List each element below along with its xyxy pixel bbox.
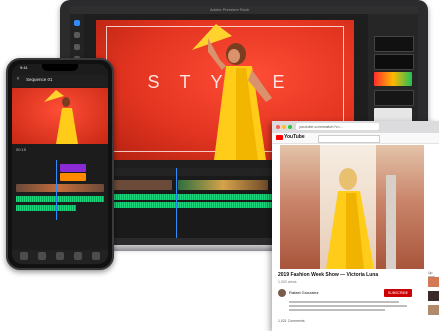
browser-window: youtube.com/watch?v=... YouTube 2019 Fas… bbox=[272, 121, 439, 331]
add-media-icon[interactable] bbox=[20, 252, 28, 260]
avatar[interactable] bbox=[278, 289, 286, 297]
video-clip[interactable] bbox=[178, 180, 268, 190]
app-title: Adobe Premiere Rush bbox=[210, 7, 250, 12]
playhead[interactable] bbox=[56, 160, 57, 220]
browser-toolbar: youtube.com/watch?v=... bbox=[272, 121, 439, 133]
subscribe-button[interactable]: SUBSCRIBE bbox=[384, 289, 412, 297]
youtube-logo-text[interactable]: YouTube bbox=[284, 134, 305, 140]
back-arrow-icon[interactable]: ‹ bbox=[17, 76, 19, 82]
title-template-thumb[interactable] bbox=[374, 36, 414, 52]
title-template-thumb[interactable] bbox=[374, 90, 414, 106]
comments-count: 1,021 Comments bbox=[278, 319, 305, 323]
title-clip[interactable] bbox=[60, 164, 86, 172]
phone-screen: 9:41 ‹ Sequence 01 00:15 bbox=[12, 64, 108, 264]
recommended-video-thumb[interactable] bbox=[428, 305, 439, 315]
phone-status-time: 9:41 bbox=[20, 65, 28, 70]
phone-video-preview[interactable] bbox=[12, 88, 108, 144]
playhead[interactable] bbox=[176, 168, 177, 238]
video-clip[interactable] bbox=[16, 184, 104, 192]
media-tool-icon[interactable] bbox=[74, 20, 80, 26]
model-figure-illustration bbox=[44, 90, 78, 144]
graphic-clip[interactable] bbox=[60, 173, 86, 181]
video-title: 2019 Fashion Week Show — Victoria Luna bbox=[278, 272, 379, 278]
title-template-thumb[interactable] bbox=[374, 54, 414, 70]
description-line bbox=[289, 309, 385, 311]
video-meta: 1,000 views bbox=[278, 280, 297, 284]
maximize-icon[interactable] bbox=[288, 125, 292, 129]
close-icon[interactable] bbox=[276, 125, 280, 129]
audio-icon[interactable] bbox=[92, 252, 100, 260]
youtube-logo-icon[interactable] bbox=[276, 135, 283, 140]
phone-timecode: 00:15 bbox=[16, 147, 27, 152]
marketing-composite: Adobe Premiere Rush STYLE bbox=[0, 0, 439, 331]
recommended-video-thumb[interactable] bbox=[428, 277, 439, 287]
titles-tool-icon[interactable] bbox=[74, 32, 80, 38]
app-titlebar: Adobe Premiere Rush bbox=[70, 6, 418, 14]
phone-device: 9:41 ‹ Sequence 01 00:15 bbox=[6, 58, 114, 270]
minimize-icon[interactable] bbox=[282, 125, 286, 129]
video-player[interactable] bbox=[280, 145, 424, 269]
description-line bbox=[289, 301, 399, 303]
color-icon[interactable] bbox=[74, 252, 82, 260]
description-line bbox=[289, 305, 407, 307]
recommended-video-thumb[interactable] bbox=[428, 291, 439, 301]
title-template-thumb[interactable] bbox=[374, 72, 412, 86]
channel-name[interactable]: Rafael Gonzalez bbox=[289, 290, 319, 295]
sequence-title: Sequence 01 bbox=[26, 77, 53, 82]
audio-track[interactable] bbox=[16, 196, 104, 202]
search-input[interactable] bbox=[318, 135, 380, 143]
address-bar[interactable]: youtube.com/watch?v=... bbox=[296, 123, 379, 130]
transitions-icon[interactable] bbox=[56, 252, 64, 260]
transitions-tool-icon[interactable] bbox=[74, 44, 80, 50]
model-figure-illustration bbox=[326, 168, 396, 269]
titles-icon[interactable] bbox=[38, 252, 46, 260]
title-template-thumb[interactable] bbox=[374, 108, 412, 122]
audio-track[interactable] bbox=[16, 205, 76, 211]
phone-notch bbox=[42, 64, 78, 71]
